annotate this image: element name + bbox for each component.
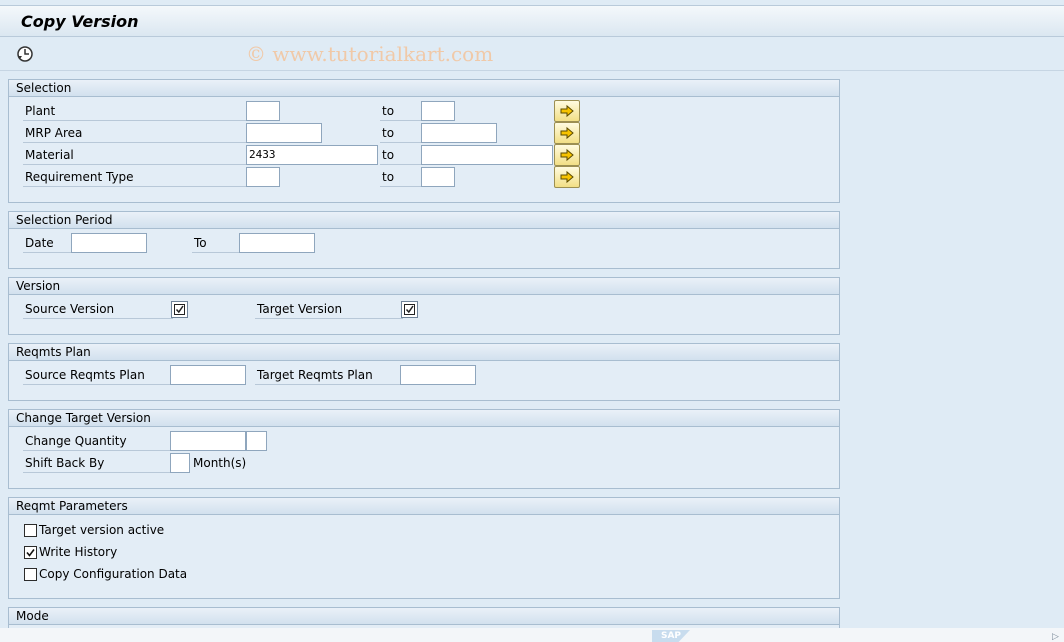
plant-multiple-selection-button[interactable] bbox=[554, 100, 580, 122]
requirement-type-to-label: to bbox=[380, 167, 422, 187]
target-version-active-label: Target version active bbox=[39, 523, 165, 537]
reqmt-parameters-group: Reqmt Parameters Target version active W… bbox=[8, 497, 840, 599]
material-label: Material bbox=[23, 145, 249, 165]
material-to-label: to bbox=[380, 145, 422, 165]
date-label: Date bbox=[23, 233, 75, 253]
checkmark-icon bbox=[26, 549, 35, 557]
status-bar bbox=[0, 628, 1064, 642]
target-version-active-checkbox[interactable] bbox=[24, 524, 37, 537]
selection-group: Selection Plant to MRP Area to Material … bbox=[8, 79, 840, 203]
target-reqmts-plan-label: Target Reqmts Plan bbox=[255, 365, 403, 385]
requirement-type-to-input[interactable] bbox=[421, 167, 455, 187]
page-title: Copy Version bbox=[21, 12, 139, 31]
application-toolbar: © www.tutorialkart.com bbox=[0, 37, 1064, 71]
write-history-checkbox[interactable] bbox=[24, 546, 37, 559]
group-header-selection: Selection bbox=[9, 80, 839, 97]
date-to-label: To bbox=[192, 233, 242, 253]
title-bar: Copy Version bbox=[0, 5, 1064, 37]
execute-clock-icon[interactable] bbox=[15, 44, 35, 64]
requirement-type-label: Requirement Type bbox=[23, 167, 249, 187]
mrp-area-to-input[interactable] bbox=[421, 123, 497, 143]
change-quantity-unit-input[interactable] bbox=[246, 431, 267, 451]
mrp-area-label: MRP Area bbox=[23, 123, 249, 143]
mrp-area-multiple-selection-button[interactable] bbox=[554, 122, 580, 144]
source-version-checkbox[interactable] bbox=[171, 301, 188, 318]
material-to-input[interactable] bbox=[421, 145, 553, 165]
change-target-version-group: Change Target Version Change Quantity Sh… bbox=[8, 409, 840, 489]
group-header-mode: Mode bbox=[9, 608, 839, 625]
plant-label: Plant bbox=[23, 101, 249, 121]
selection-period-group: Selection Period Date To bbox=[8, 211, 840, 269]
change-quantity-label: Change Quantity bbox=[23, 431, 173, 451]
change-quantity-input[interactable] bbox=[170, 431, 246, 451]
multiple-selection-arrow-icon bbox=[560, 170, 574, 184]
mrp-area-to-label: to bbox=[380, 123, 422, 143]
group-header-reqmts-plan: Reqmts Plan bbox=[9, 344, 839, 361]
watermark-text: © www.tutorialkart.com bbox=[246, 42, 494, 66]
shift-back-by-label: Shift Back By bbox=[23, 453, 173, 473]
group-header-reqmt-parameters: Reqmt Parameters bbox=[9, 498, 839, 515]
target-version-checkbox[interactable] bbox=[401, 301, 418, 318]
plant-to-input[interactable] bbox=[421, 101, 455, 121]
months-unit-label: Month(s) bbox=[193, 456, 247, 470]
version-group: Version Source Version Target Version bbox=[8, 277, 840, 335]
source-version-label: Source Version bbox=[23, 299, 173, 319]
requirement-type-multiple-selection-button[interactable] bbox=[554, 166, 580, 188]
date-from-input[interactable] bbox=[71, 233, 147, 253]
group-header-version: Version bbox=[9, 278, 839, 295]
plant-from-input[interactable] bbox=[246, 101, 280, 121]
target-version-label: Target Version bbox=[255, 299, 403, 319]
write-history-label: Write History bbox=[39, 545, 118, 559]
source-reqmts-plan-label: Source Reqmts Plan bbox=[23, 365, 173, 385]
multiple-selection-arrow-icon bbox=[560, 126, 574, 140]
material-multiple-selection-button[interactable] bbox=[554, 144, 580, 166]
multiple-selection-arrow-icon bbox=[560, 104, 574, 118]
group-header-selection-period: Selection Period bbox=[9, 212, 839, 229]
source-reqmts-plan-input[interactable] bbox=[170, 365, 246, 385]
mrp-area-from-input[interactable] bbox=[246, 123, 322, 143]
copy-configuration-data-checkbox[interactable] bbox=[24, 568, 37, 581]
reqmts-plan-group: Reqmts Plan Source Reqmts Plan Target Re… bbox=[8, 343, 840, 401]
target-reqmts-plan-input[interactable] bbox=[400, 365, 476, 385]
date-to-input[interactable] bbox=[239, 233, 315, 253]
status-bar-expand-icon[interactable]: ▷ bbox=[1052, 632, 1059, 642]
multiple-selection-arrow-icon bbox=[560, 148, 574, 162]
plant-to-label: to bbox=[380, 101, 422, 121]
checkmark-icon bbox=[174, 304, 185, 315]
checkmark-icon bbox=[404, 304, 415, 315]
requirement-type-from-input[interactable] bbox=[246, 167, 280, 187]
material-from-input[interactable]: 2433 bbox=[246, 145, 378, 165]
shift-back-by-input[interactable] bbox=[170, 453, 190, 473]
group-header-change-target-version: Change Target Version bbox=[9, 410, 839, 427]
copy-configuration-data-label: Copy Configuration Data bbox=[39, 567, 188, 581]
